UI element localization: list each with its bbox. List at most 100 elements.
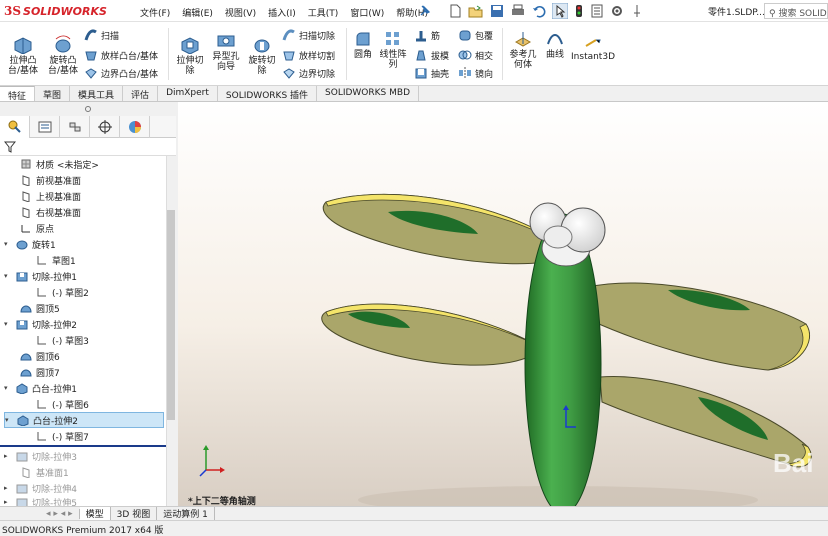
tree-item-front-plane[interactable]: 前视基准面	[20, 172, 81, 188]
tree-item-sketch1[interactable]: 草图1	[36, 252, 76, 268]
rollback-bar[interactable]	[0, 445, 166, 447]
reference-geometry-button[interactable]: 参考几 何体	[506, 30, 540, 70]
expand-arrow-icon[interactable]: ▾	[4, 272, 12, 280]
tree-item-dome6[interactable]: 圆顶6	[20, 348, 60, 364]
tree-item-dome5[interactable]: 圆顶5	[20, 300, 60, 316]
boundary-cut-button[interactable]: 边界切除	[282, 66, 335, 80]
tree-item-material[interactable]: 材质 <未指定>	[20, 156, 99, 172]
dragonfly-body[interactable]	[524, 213, 602, 508]
pin-toolbar-icon[interactable]	[630, 4, 644, 18]
loft-button[interactable]: 放样凸台/基体	[84, 48, 158, 62]
tab-property-manager[interactable]	[30, 116, 60, 138]
tab-motion-study-1[interactable]: 运动算例 1	[157, 507, 215, 520]
menu-tools[interactable]: 工具(T)	[302, 4, 345, 21]
expand-arrow-icon[interactable]: ▸	[4, 484, 12, 492]
tree-item-cut-extrude1[interactable]: ▾ 切除-拉伸1	[4, 268, 77, 284]
pin-icon[interactable]	[418, 4, 432, 18]
undo-icon[interactable]	[532, 4, 546, 18]
swept-cut-button[interactable]: 扫描切除	[282, 28, 335, 42]
tab-mold-tools[interactable]: 模具工具	[70, 86, 124, 101]
traffic-light-icon[interactable]	[574, 4, 584, 18]
fillet-button[interactable]: 圆角	[350, 30, 376, 60]
tab-display-manager[interactable]	[120, 116, 150, 138]
tree-item-origin[interactable]: 原点	[20, 220, 54, 236]
revolve-cut-button[interactable]: 旋转切 除	[244, 34, 280, 76]
lofted-cut-icon	[283, 51, 295, 61]
tree-item-sketch2[interactable]: (-) 草图2	[36, 284, 89, 300]
boundary-boss-button[interactable]: 边界凸台/基体	[84, 66, 158, 80]
tab-feature-manager[interactable]	[0, 116, 30, 138]
tab-sketch[interactable]: 草图	[35, 86, 71, 101]
file-properties-icon[interactable]	[590, 4, 604, 18]
options-gear-icon[interactable]	[610, 4, 624, 18]
reference-geometry-icon	[514, 32, 532, 47]
tree-scrollbar-thumb[interactable]	[167, 210, 175, 420]
tab-dimxpert[interactable]: DimXpert	[158, 86, 218, 101]
tree-item-cut-extrude5[interactable]: ▸ 切除-拉伸5	[4, 494, 77, 506]
revolve-boss-button[interactable]: 旋转凸 台/基体	[44, 34, 82, 76]
tab-nav-arrows[interactable]: ◂ ▸ ◂ ▸	[40, 508, 80, 519]
shell-button[interactable]: 抽壳	[414, 66, 449, 80]
print-icon[interactable]	[510, 4, 526, 18]
tree-item-boss-extrude1[interactable]: ▾ 凸台-拉伸1	[4, 380, 77, 396]
expand-arrow-icon[interactable]: ▾	[4, 240, 12, 248]
tree-item-revolve1[interactable]: ▾ 旋转1	[4, 236, 56, 252]
open-folder-icon[interactable]	[468, 4, 484, 18]
hole-wizard-button[interactable]: 异型孔 向导	[208, 30, 244, 72]
tab-configuration-manager[interactable]	[60, 116, 90, 138]
lofted-cut-button[interactable]: 放样切割	[282, 48, 335, 62]
select-pointer-icon[interactable]	[552, 3, 568, 19]
new-document-icon[interactable]	[448, 4, 462, 18]
search-placeholder: 搜索 SOLIDW	[778, 9, 827, 19]
intersect-button[interactable]: 相交	[458, 48, 493, 62]
instant3d-icon	[585, 39, 601, 47]
tree-item-right-plane[interactable]: 右视基准面	[20, 204, 81, 220]
menu-window[interactable]: 窗口(W)	[344, 4, 390, 21]
expand-arrow-icon[interactable]: ▾	[5, 416, 13, 424]
expand-arrow-icon[interactable]: ▸	[4, 452, 12, 460]
collapse-dot-icon[interactable]	[84, 105, 92, 113]
draft-button[interactable]: 拔模	[414, 48, 449, 62]
tree-item-plane1[interactable]: 基准面1	[20, 464, 69, 480]
extrude-cut-button[interactable]: 拉伸切 除	[172, 34, 208, 76]
curves-button[interactable]: 曲线	[542, 30, 568, 60]
tree-item-top-plane[interactable]: 上视基准面	[20, 188, 81, 204]
instant3d-button[interactable]: Instant3D	[571, 36, 615, 62]
menu-edit[interactable]: 编辑(E)	[176, 4, 219, 21]
tree-item-dome7[interactable]: 圆顶7	[20, 364, 60, 380]
tab-solidworks-mbd[interactable]: SOLIDWORKS MBD	[317, 86, 419, 101]
tab-dimxpert-manager[interactable]	[90, 116, 120, 138]
tree-item-sketch6[interactable]: (-) 草图6	[36, 396, 89, 412]
tab-solidworks-addins[interactable]: SOLIDWORKS 插件	[218, 86, 318, 101]
extrude-boss-button[interactable]: 拉伸凸 台/基体	[4, 34, 42, 76]
expand-arrow-icon[interactable]: ▸	[4, 498, 12, 506]
menu-file[interactable]: 文件(F)	[134, 4, 176, 21]
search-input[interactable]: ⚲ 搜索 SOLIDW	[764, 3, 828, 19]
mirror-button[interactable]: 镜向	[458, 66, 493, 80]
status-bar: SOLIDWORKS Premium 2017 x64 版	[0, 520, 828, 536]
tree-item-sketch7[interactable]: (-) 草图7	[36, 428, 89, 444]
rib-button[interactable]: 筋	[414, 28, 440, 42]
solidworks-logo[interactable]: 3S SOLIDWORKS	[4, 4, 107, 18]
tree-item-sketch3[interactable]: (-) 草图3	[36, 332, 89, 348]
expand-arrow-icon[interactable]: ▾	[4, 320, 12, 328]
tree-item-boss-extrude2[interactable]: ▾ 凸台-拉伸2	[4, 412, 164, 428]
sweep-button[interactable]: 扫描	[84, 28, 119, 42]
graphics-area[interactable]: Bai	[178, 102, 828, 508]
swept-cut-icon	[282, 29, 295, 41]
linear-pattern-button[interactable]: 线性阵 列	[376, 30, 410, 70]
menu-view[interactable]: 视图(V)	[219, 4, 262, 21]
save-icon[interactable]	[490, 4, 504, 18]
menu-insert[interactable]: 插入(I)	[262, 4, 302, 21]
property-manager-icon	[38, 121, 51, 133]
tab-features[interactable]: 特征	[0, 86, 36, 102]
filter-icon[interactable]	[4, 141, 16, 153]
tree-item-cut-extrude3[interactable]: ▸ 切除-拉伸3	[4, 448, 77, 464]
tree-item-label: (-) 草图7	[52, 432, 89, 443]
tab-3d-views[interactable]: 3D 视图	[111, 507, 158, 520]
tree-item-cut-extrude2[interactable]: ▾ 切除-拉伸2	[4, 316, 77, 332]
tab-model[interactable]: 模型	[79, 507, 111, 520]
expand-arrow-icon[interactable]: ▾	[4, 384, 12, 392]
wrap-button[interactable]: 包覆	[458, 28, 493, 42]
tab-evaluate[interactable]: 评估	[123, 86, 159, 101]
